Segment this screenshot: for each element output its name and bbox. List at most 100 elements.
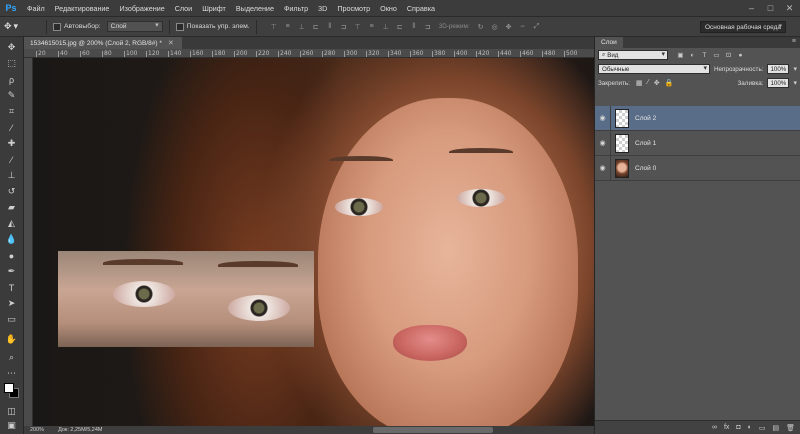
blur-tool-icon[interactable]: 💧	[3, 233, 20, 246]
brush-tool-icon[interactable]: ⁄	[3, 153, 20, 166]
menu-type[interactable]: Шрифт	[197, 4, 231, 13]
layer-name: Слой 1	[635, 139, 657, 147]
move-tool-icon[interactable]: ✥	[3, 41, 20, 54]
adjustment-layer-icon[interactable]: ◐	[748, 424, 752, 431]
chevron-down-icon[interactable]: ▾	[793, 79, 797, 87]
layer-row-1[interactable]: ◉ Слой 1	[595, 130, 800, 156]
zoom-level[interactable]: 200%	[30, 427, 44, 433]
paint-bucket-tool-icon[interactable]: ◭	[3, 217, 20, 230]
lock-transparency-icon[interactable]: ▦	[636, 79, 643, 87]
distribute-hcenter-icon[interactable]: ‖	[409, 22, 419, 32]
crop-tool-icon[interactable]: ⌗	[3, 105, 20, 118]
chevron-down-icon[interactable]: ▾	[793, 65, 797, 73]
align-right-icon[interactable]: ⊐	[339, 22, 349, 32]
healing-brush-tool-icon[interactable]: ✚	[3, 137, 20, 150]
close-icon[interactable]: ✕	[783, 2, 796, 14]
tab-layers[interactable]: Слои	[595, 37, 623, 48]
menu-file[interactable]: Файл	[22, 4, 50, 13]
blend-mode-dropdown[interactable]: Обычные	[598, 64, 710, 74]
history-brush-tool-icon[interactable]: ↺	[3, 185, 20, 198]
eye-strip-layer[interactable]	[58, 251, 314, 347]
pen-tool-icon[interactable]: ✒	[3, 265, 20, 278]
3d-rotate-icon[interactable]: ↻	[476, 22, 486, 32]
new-layer-icon[interactable]: ▤	[772, 424, 779, 432]
menu-filter[interactable]: Фильтр	[279, 4, 313, 13]
eraser-tool-icon[interactable]: ▰	[3, 201, 20, 214]
3d-scale-icon[interactable]: ⤢	[532, 22, 542, 32]
quick-select-tool-icon[interactable]: ✎	[3, 89, 20, 102]
scroll-thumb[interactable]	[373, 427, 493, 433]
workspace-switcher[interactable]: Основная рабочая среда	[700, 21, 786, 33]
fill-input[interactable]: 100%	[767, 78, 790, 88]
layer-style-icon[interactable]: fx	[724, 424, 729, 431]
align-bottom-icon[interactable]: ⊥	[297, 22, 307, 32]
layer-filter-dropdown[interactable]: ⌕ Вид	[598, 50, 668, 60]
clone-stamp-tool-icon[interactable]: ⊥	[3, 169, 20, 182]
link-layers-icon[interactable]: ∞	[712, 424, 717, 431]
more-tools-icon[interactable]: ⋯	[3, 367, 20, 380]
filter-toggle-icon[interactable]: ●	[736, 51, 745, 60]
filter-smart-icon[interactable]: ⊡	[724, 51, 733, 60]
autoselect-dropdown[interactable]: Слой	[106, 21, 163, 32]
filter-pixel-icon[interactable]: ▣	[676, 51, 685, 60]
menu-image[interactable]: Изображение	[114, 4, 169, 13]
filter-shape-icon[interactable]: ▭	[712, 51, 721, 60]
layer-name: Слой 0	[635, 164, 657, 172]
lasso-tool-icon[interactable]: ρ	[3, 73, 20, 86]
distribute-bottom-icon[interactable]: ⊥	[381, 22, 391, 32]
add-mask-icon[interactable]: ◘	[736, 424, 740, 431]
menu-view[interactable]: Просмотр	[332, 4, 375, 13]
new-group-icon[interactable]: ▭	[759, 424, 766, 432]
dodge-tool-icon[interactable]: ●	[3, 249, 20, 262]
filter-adjustment-icon[interactable]: ◐	[688, 51, 697, 60]
align-vcenter-icon[interactable]: ≡	[283, 22, 293, 32]
align-hcenter-icon[interactable]: ‖	[325, 22, 335, 32]
hand-tool-icon[interactable]: ✋	[3, 333, 20, 346]
foreground-color-swatch[interactable]	[4, 383, 14, 393]
visibility-eye-icon[interactable]: ◉	[595, 105, 611, 131]
3d-roll-icon[interactable]: ◎	[490, 22, 500, 32]
screen-mode-icon[interactable]: ▣	[3, 419, 20, 432]
rectangle-tool-icon[interactable]: ▭	[3, 313, 20, 326]
lock-pixels-icon[interactable]: ⁄	[648, 79, 649, 87]
3d-slide-icon[interactable]: ⇔	[518, 22, 528, 32]
opacity-input[interactable]: 100%	[767, 64, 790, 74]
visibility-eye-icon[interactable]: ◉	[595, 155, 611, 181]
eyedropper-tool-icon[interactable]: ⁄	[3, 121, 20, 134]
menu-edit[interactable]: Редактирование	[50, 4, 115, 13]
layer-row-0[interactable]: ◉ Слой 0	[595, 155, 800, 181]
close-icon[interactable]: ✕	[168, 39, 174, 47]
quick-mask-icon[interactable]: ◫	[3, 405, 20, 418]
lock-position-icon[interactable]: ✥	[654, 79, 660, 87]
minimize-icon[interactable]: –	[745, 2, 758, 14]
menu-window[interactable]: Окно	[375, 4, 402, 13]
move-tool-preset[interactable]: ✥ ▾	[4, 19, 40, 35]
maximize-icon[interactable]: □	[764, 2, 777, 14]
visibility-eye-icon[interactable]: ◉	[595, 130, 611, 156]
distribute-top-icon[interactable]: ⊤	[353, 22, 363, 32]
autoselect-checkbox[interactable]	[53, 22, 61, 31]
marquee-tool-icon[interactable]: ⬚	[3, 57, 20, 70]
filter-icons: ▣ ◐ T ▭ ⊡ ●	[676, 51, 745, 60]
align-top-icon[interactable]: ⊤	[269, 22, 279, 32]
distribute-left-icon[interactable]: ⊏	[395, 22, 405, 32]
menu-help[interactable]: Справка	[402, 4, 440, 13]
path-select-tool-icon[interactable]: ➤	[3, 297, 20, 310]
filter-type-icon[interactable]: T	[700, 51, 709, 60]
show-transform-checkbox[interactable]	[175, 22, 184, 31]
type-tool-icon[interactable]: T	[3, 281, 20, 294]
menu-3d[interactable]: 3D	[313, 4, 332, 13]
zoom-tool-icon[interactable]: ⌕	[3, 351, 20, 364]
lock-all-icon[interactable]: 🔒	[665, 79, 674, 87]
menu-layers[interactable]: Слои	[170, 4, 197, 13]
panel-menu-icon[interactable]: ≡	[792, 38, 796, 45]
layer-row-2[interactable]: ◉ Слой 2	[595, 105, 800, 131]
document-tab[interactable]: 1534615015.jpg @ 200% (Слой 2, RGB/8#) *…	[24, 37, 182, 49]
align-left-icon[interactable]: ⊏	[311, 22, 321, 32]
distribute-vcenter-icon[interactable]: ≡	[367, 22, 377, 32]
canvas[interactable]	[33, 58, 594, 426]
menu-select[interactable]: Выделение	[231, 4, 279, 13]
delete-layer-icon[interactable]: 🗑	[786, 424, 795, 432]
distribute-right-icon[interactable]: ⊐	[423, 22, 433, 32]
3d-pan-icon[interactable]: ✥	[504, 22, 514, 32]
